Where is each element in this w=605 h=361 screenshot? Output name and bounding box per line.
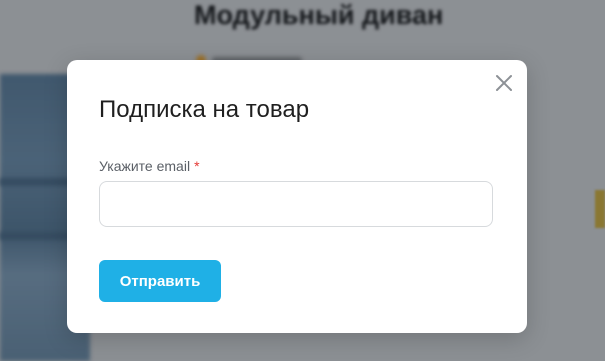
close-icon (496, 75, 512, 91)
subscribe-modal: Подписка на товар Укажите email * Отправи… (67, 60, 527, 333)
page: Модульный диван Подписка на товар Укажит… (0, 0, 605, 361)
required-mark: * (194, 158, 200, 174)
email-label-text: Укажите email (99, 158, 191, 174)
close-button[interactable] (493, 72, 515, 94)
submit-button[interactable]: Отправить (99, 260, 221, 302)
email-label: Укажите email * (99, 158, 200, 174)
email-field[interactable] (99, 181, 493, 227)
modal-title: Подписка на товар (99, 96, 310, 123)
